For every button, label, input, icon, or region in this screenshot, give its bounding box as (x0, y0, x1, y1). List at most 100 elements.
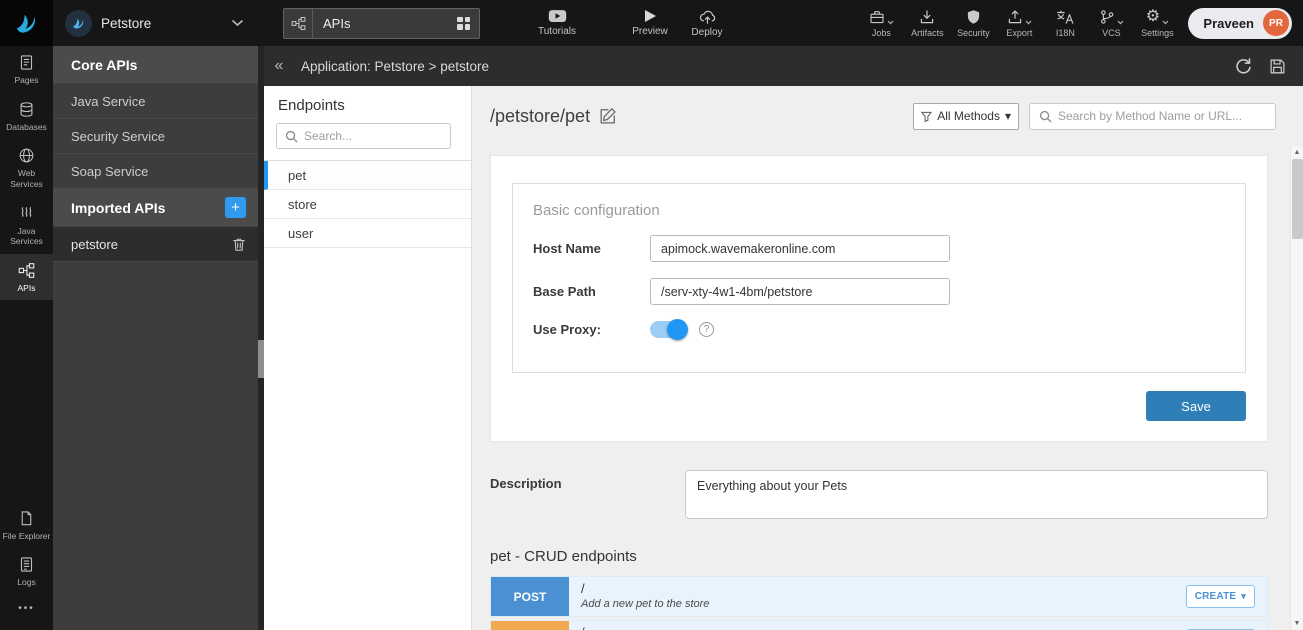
methods-filter-select[interactable]: All Methods ▾ (913, 103, 1019, 130)
search-icon (1039, 110, 1052, 123)
sidebar-item-soap-service[interactable]: Soap Service (53, 154, 258, 189)
sidebar-item-label: Java Service (71, 94, 145, 109)
core-apis-header: Core APIs (53, 46, 258, 84)
collapse-sidebar-button[interactable]: « (264, 57, 294, 75)
method-badge-put: PUT (491, 621, 569, 630)
preview-button[interactable]: Preview (622, 9, 678, 37)
chevron-down-icon (1025, 20, 1032, 25)
chevron-down-icon (1162, 20, 1169, 25)
rail-item-pages[interactable]: Pages (0, 46, 53, 93)
main-content: /petstore/pet All Methods ▾ Basic config… (472, 86, 1290, 630)
rail-more-button[interactable]: ••• (0, 595, 53, 630)
wavemaker-logo-icon (13, 10, 40, 37)
endpoints-search-input[interactable] (304, 129, 442, 143)
user-menu[interactable]: Praveen PR (1188, 8, 1292, 39)
sidebar-item-petstore[interactable]: petstore (53, 227, 258, 262)
filter-icon (921, 111, 932, 122)
vcs-label: VCS (1102, 28, 1121, 38)
file-explorer-icon (18, 510, 35, 527)
base-path-input[interactable] (650, 278, 950, 305)
user-avatar: PR (1263, 10, 1289, 36)
project-name: Petstore (101, 16, 222, 31)
apis-selector-label: APIs (313, 16, 457, 31)
wavemaker-logo[interactable] (0, 0, 53, 46)
sidebar-item-label: Soap Service (71, 164, 148, 179)
chevron-down-icon (1117, 20, 1124, 25)
save-project-button[interactable] (1269, 58, 1286, 75)
jobs-button[interactable]: Jobs (858, 8, 904, 38)
method-path: / (581, 581, 1174, 596)
export-button[interactable]: Export (996, 8, 1042, 38)
sidebar-scrollbar-thumb[interactable] (258, 340, 264, 378)
user-name: Praveen (1203, 16, 1254, 31)
method-path: / (581, 625, 1174, 630)
description-row: Description Everything about your Pets (490, 470, 1268, 519)
download-tray-icon (919, 9, 935, 25)
refresh-button[interactable] (1234, 57, 1252, 75)
sidebar-scrollbar (258, 46, 264, 630)
use-proxy-toggle[interactable] (650, 321, 686, 338)
method-search (1029, 103, 1276, 130)
pages-icon (18, 54, 35, 71)
project-avatar (65, 10, 92, 37)
sidebar-item-security-service[interactable]: Security Service (53, 119, 258, 154)
tutorials-button[interactable]: Tutorials (526, 9, 588, 37)
methods-filter-value: All Methods (937, 109, 1000, 123)
imported-apis-header: Imported APIs + (53, 189, 258, 227)
method-row-put[interactable]: PUT / Update an existing pet UPDATE ▾ (490, 620, 1268, 630)
upload-tray-icon (1007, 9, 1023, 25)
scrollbar-thumb[interactable] (1292, 159, 1303, 239)
use-proxy-label: Use Proxy: (533, 322, 650, 337)
chevron-down-icon (231, 19, 244, 27)
endpoint-item-store[interactable]: store (264, 190, 471, 219)
git-branch-icon (1099, 9, 1115, 25)
left-rail: Pages Databases Web Services Java Servic… (0, 46, 53, 630)
security-button[interactable]: Security (950, 8, 996, 38)
vcs-button[interactable]: VCS (1088, 8, 1134, 38)
rail-item-java-services[interactable]: Java Services (0, 197, 53, 254)
rail-item-web-services[interactable]: Web Services (0, 139, 53, 196)
method-row-post[interactable]: POST / Add a new pet to the store CREATE… (490, 576, 1268, 617)
create-action-button[interactable]: CREATE ▾ (1186, 585, 1255, 608)
rail-label: Databases (6, 122, 47, 133)
scroll-down-arrow[interactable]: ▼ (1291, 617, 1303, 630)
rail-item-apis[interactable]: APIs (0, 254, 53, 301)
basic-config-fieldset: Basic configuration Host Name Base Path … (512, 183, 1246, 373)
page-title-wrap: /petstore/pet (490, 106, 617, 127)
rail-item-databases[interactable]: Databases (0, 93, 53, 140)
help-icon: ? (699, 322, 714, 337)
endpoint-item-label: user (288, 226, 313, 241)
method-description: Add a new pet to the store (581, 598, 1174, 610)
rail-item-file-explorer[interactable]: File Explorer (0, 502, 53, 549)
shield-icon (966, 9, 981, 25)
gear-icon: ⚙ (1146, 9, 1160, 25)
add-imported-api-button[interactable]: + (225, 197, 246, 218)
rail-item-logs[interactable]: Logs (0, 548, 53, 595)
config-card: Basic configuration Host Name Base Path … (490, 155, 1268, 442)
apis-workspace-selector[interactable]: APIs (283, 8, 480, 39)
endpoint-item-pet[interactable]: pet (264, 161, 471, 190)
scroll-up-arrow[interactable]: ▲ (1291, 146, 1303, 159)
endpoints-list: pet store user (264, 160, 471, 248)
description-input[interactable]: Everything about your Pets (685, 470, 1268, 519)
endpoint-item-label: pet (288, 168, 306, 183)
caret-down-icon: ▾ (1241, 591, 1246, 602)
action-label: CREATE (1195, 591, 1237, 602)
i18n-button[interactable]: I18N (1042, 8, 1088, 38)
rail-label: Web Services (2, 168, 51, 189)
trash-icon[interactable] (232, 237, 246, 252)
method-search-input[interactable] (1058, 109, 1266, 123)
deploy-button[interactable]: Deploy (680, 9, 734, 38)
edit-icon[interactable] (599, 107, 617, 125)
breadcrumb-bar: « Application: Petstore > petstore (264, 46, 1303, 86)
rail-label: Pages (14, 75, 38, 86)
rail-spacer (0, 300, 53, 501)
project-selector[interactable]: Petstore (53, 0, 258, 46)
settings-button[interactable]: ⚙ Settings (1134, 8, 1180, 38)
database-icon (18, 101, 35, 118)
artifacts-button[interactable]: Artifacts (904, 8, 950, 38)
save-button[interactable]: Save (1146, 391, 1246, 421)
host-name-input[interactable] (650, 235, 950, 262)
endpoint-item-user[interactable]: user (264, 219, 471, 248)
sidebar-item-java-service[interactable]: Java Service (53, 84, 258, 119)
